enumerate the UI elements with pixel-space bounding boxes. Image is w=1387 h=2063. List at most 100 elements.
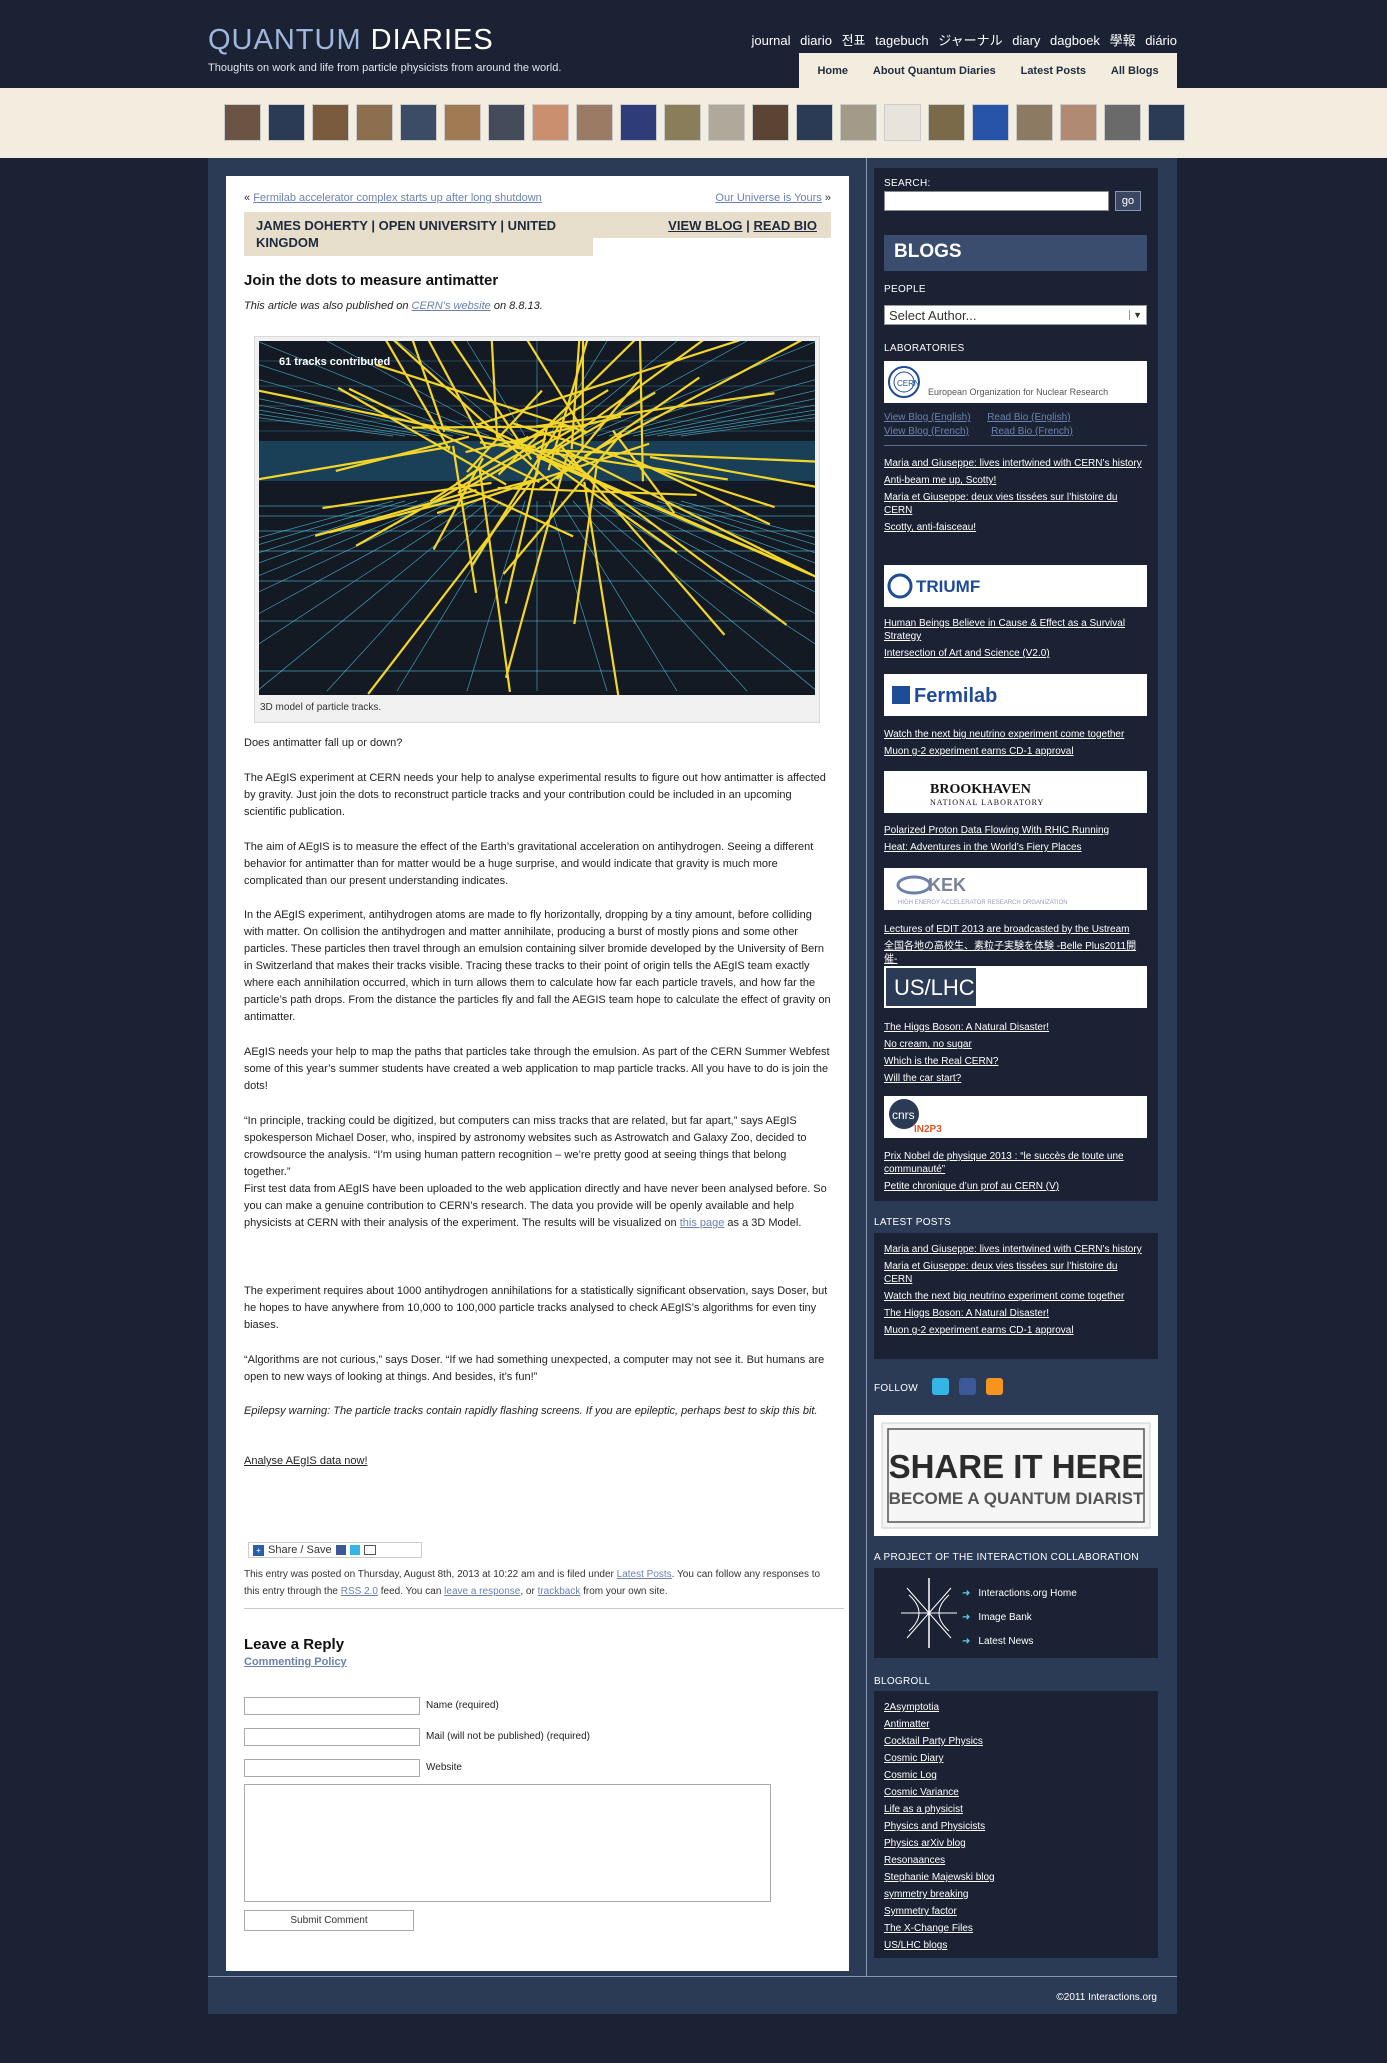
website-field[interactable] (244, 1759, 420, 1777)
author-avatar[interactable] (400, 104, 437, 141)
post-link[interactable]: Heat: Adventures in the World’s Fiery Pl… (884, 841, 1147, 854)
share-save-button[interactable]: + Share / Save (248, 1542, 422, 1558)
author-avatar[interactable] (444, 104, 481, 141)
cern-banner[interactable]: CERN European Organization for Nuclear R… (884, 361, 1147, 403)
rss-icon[interactable] (986, 1378, 1003, 1395)
blogroll-link[interactable]: 2Asymptotia (884, 1701, 1147, 1714)
cern-view-blog-fr[interactable]: View Blog (French) (884, 426, 969, 437)
cern-website-link[interactable]: CERN’s website (412, 300, 491, 312)
rss-link[interactable]: RSS 2.0 (341, 1586, 378, 1597)
blogroll-link[interactable]: Physics and Physicists (884, 1820, 1147, 1833)
post-link[interactable]: Maria and Giuseppe: lives intertwined wi… (884, 1243, 1147, 1256)
this-page-link[interactable]: this page (680, 1217, 725, 1229)
author-avatar[interactable] (488, 104, 525, 141)
blogroll-link[interactable]: Cosmic Log (884, 1769, 1147, 1782)
kek-banner[interactable]: KEK HIGH ENERGY ACCELERATOR RESEARCH ORG… (884, 868, 1147, 910)
lang-link[interactable]: diario (800, 33, 832, 48)
uslhc-banner[interactable]: US/LHC (884, 966, 1147, 1008)
blogroll-link[interactable]: Cosmic Variance (884, 1786, 1147, 1799)
post-link[interactable]: Maria et Giuseppe: deux vies tissées sur… (884, 491, 1147, 517)
twitter-icon[interactable] (932, 1378, 949, 1395)
lang-link[interactable]: 전표 (842, 33, 866, 48)
comment-textarea[interactable] (244, 1784, 771, 1902)
author-avatar[interactable] (312, 104, 349, 141)
post-link[interactable]: 全国各地の高校生、素粒子実験を体験 -Belle Plus2011開催- (884, 940, 1147, 966)
view-blog-link[interactable]: VIEW BLOG (668, 218, 742, 233)
post-link[interactable]: Muon g-2 experiment earns CD-1 approval (884, 745, 1147, 758)
blogroll-link[interactable]: Cosmic Diary (884, 1752, 1147, 1765)
author-avatar[interactable] (1060, 104, 1097, 141)
post-link[interactable]: Scotty, anti-faisceau! (884, 521, 1147, 534)
post-link[interactable]: Which is the Real CERN? (884, 1055, 1147, 1068)
nav-all-blogs[interactable]: All Blogs (1111, 65, 1159, 77)
blogroll-link[interactable]: Cocktail Party Physics (884, 1735, 1147, 1748)
lang-link[interactable]: diário (1145, 33, 1177, 48)
image-bank-link[interactable]: ➜ Image Bank (962, 1606, 1077, 1630)
search-go-button[interactable]: go (1115, 191, 1141, 211)
author-avatar[interactable] (664, 104, 701, 141)
author-avatar[interactable] (708, 104, 745, 141)
lang-link[interactable]: dagboek (1050, 33, 1100, 48)
author-avatar[interactable] (840, 104, 877, 141)
post-link[interactable]: Maria et Giuseppe: deux vies tissées sur… (884, 1260, 1147, 1286)
facebook-icon[interactable] (959, 1378, 976, 1395)
in2p3-banner[interactable]: cnrs IN2P3 (884, 1096, 1147, 1138)
latest-news-link[interactable]: ➜ Latest News (962, 1630, 1077, 1654)
post-link[interactable]: Petite chronique d’un prof au CERN (V) (884, 1180, 1147, 1193)
author-avatar[interactable] (752, 104, 789, 141)
post-link[interactable]: Lectures of EDIT 2013 are broadcasted by… (884, 923, 1147, 936)
fermilab-banner[interactable]: Fermilab (884, 674, 1147, 716)
lang-link[interactable]: 學報 (1110, 33, 1136, 48)
mail-field[interactable] (244, 1728, 420, 1746)
lang-link[interactable]: journal (752, 33, 791, 48)
search-input[interactable] (884, 191, 1109, 211)
cern-read-bio-fr[interactable]: Read Bio (French) (991, 426, 1073, 437)
blogroll-link[interactable]: Antimatter (884, 1718, 1147, 1731)
blogroll-link[interactable]: US/LHC blogs (884, 1939, 1147, 1952)
author-avatar[interactable] (576, 104, 613, 141)
author-avatar[interactable] (356, 104, 393, 141)
post-link[interactable]: The Higgs Boson: A Natural Disaster! (884, 1307, 1147, 1320)
lang-link[interactable]: tagebuch (875, 33, 929, 48)
post-link[interactable]: Intersection of Art and Science (V2.0) (884, 647, 1147, 660)
nav-home[interactable]: Home (817, 65, 848, 77)
triumf-banner[interactable]: TRIUMF (884, 565, 1147, 607)
category-link[interactable]: Latest Posts (617, 1569, 672, 1580)
author-avatar[interactable] (972, 104, 1009, 141)
author-avatar[interactable] (620, 104, 657, 141)
post-link[interactable]: Will the car start? (884, 1072, 1147, 1085)
commenting-policy-link[interactable]: Commenting Policy (244, 1656, 347, 1668)
author-avatar[interactable] (1016, 104, 1053, 141)
submit-comment-button[interactable]: Submit Comment (244, 1910, 414, 1931)
post-link[interactable]: Human Beings Believe in Cause & Effect a… (884, 617, 1147, 643)
post-link[interactable]: Anti-beam me up, Scotty! (884, 474, 1147, 487)
nav-latest-posts[interactable]: Latest Posts (1021, 65, 1086, 77)
author-avatar[interactable] (884, 104, 921, 141)
site-logo[interactable]: QUANTUM DIARIES (208, 24, 494, 57)
post-link[interactable]: Polarized Proton Data Flowing With RHIC … (884, 824, 1147, 837)
author-avatar[interactable] (796, 104, 833, 141)
become-diarist-banner[interactable]: SHARE IT HERE BECOME A QUANTUM DIARIST (874, 1415, 1158, 1536)
author-avatar[interactable] (224, 104, 261, 141)
read-bio-link[interactable]: READ BIO (753, 218, 817, 233)
next-post-link[interactable]: Our Universe is Yours (715, 192, 821, 204)
lang-link[interactable]: diary (1012, 33, 1040, 48)
blogroll-link[interactable]: symmetry breaking (884, 1888, 1147, 1901)
leave-response-link[interactable]: leave a response (444, 1586, 520, 1597)
author-avatar[interactable] (268, 104, 305, 141)
post-link[interactable]: Watch the next big neutrino experiment c… (884, 1290, 1147, 1303)
interactions-home-link[interactable]: ➜ Interactions.org Home (962, 1582, 1077, 1606)
cern-read-bio-en[interactable]: Read Bio (English) (987, 412, 1070, 423)
author-avatar[interactable] (1104, 104, 1141, 141)
post-link[interactable]: Watch the next big neutrino experiment c… (884, 728, 1147, 741)
analyse-data-link[interactable]: Analyse AEgIS data now! (244, 1453, 368, 1470)
author-avatar[interactable] (928, 104, 965, 141)
nav-about[interactable]: About Quantum Diaries (873, 65, 996, 77)
brookhaven-banner[interactable]: BROOKHAVEN NATIONAL LABORATORY (884, 771, 1147, 813)
author-select[interactable]: Select Author... ▼ (884, 305, 1147, 325)
blogroll-link[interactable]: Physics arXiv blog (884, 1837, 1147, 1850)
author-avatar[interactable] (1148, 104, 1185, 141)
prev-post-link[interactable]: Fermilab accelerator complex starts up a… (253, 192, 542, 204)
blogroll-link[interactable]: Resonaances (884, 1854, 1147, 1867)
blogroll-link[interactable]: Symmetry factor (884, 1905, 1147, 1918)
